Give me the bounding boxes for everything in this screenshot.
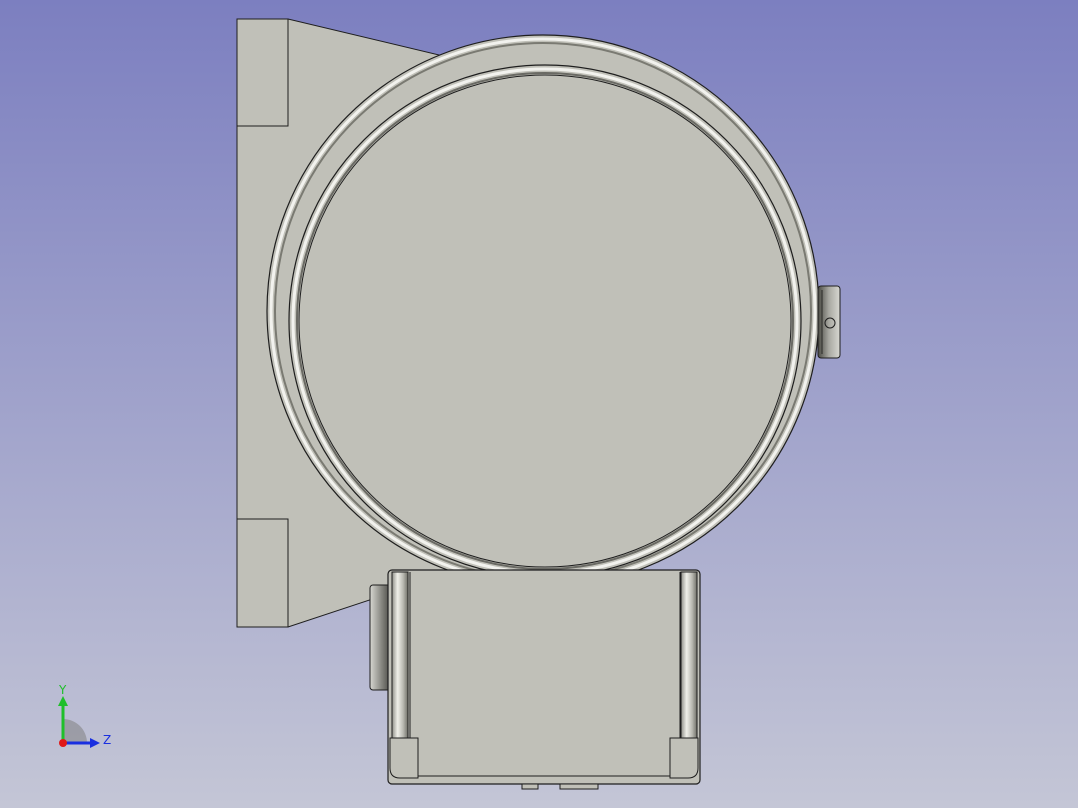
display-cover xyxy=(298,74,792,568)
round-housing[interactable] xyxy=(266,34,820,588)
bottom-fitting-right xyxy=(559,783,599,790)
cad-model-scene[interactable] xyxy=(0,0,1078,808)
terminal-box-right-pillar xyxy=(680,571,698,739)
z-axis-arrow-icon xyxy=(90,738,100,748)
locking-screw[interactable] xyxy=(817,285,841,359)
axis-triad-sector xyxy=(63,719,87,743)
x-axis-dot-icon xyxy=(59,739,67,747)
terminal-box[interactable] xyxy=(387,569,701,790)
axis-triad: Y Z xyxy=(58,684,111,748)
y-axis-arrow-icon xyxy=(58,696,68,706)
y-axis-label: Y xyxy=(58,684,67,697)
locking-screw-body xyxy=(817,285,841,359)
bottom-fitting-left xyxy=(521,783,539,790)
terminal-box-left-pillar xyxy=(391,571,409,739)
3d-viewport[interactable]: Y Z xyxy=(0,0,1078,808)
z-axis-label: Z xyxy=(103,733,111,747)
terminal-box-right-corner xyxy=(669,737,699,779)
terminal-box-body xyxy=(387,569,701,785)
bracket-lower-tab xyxy=(236,518,289,628)
bracket-upper-tab xyxy=(236,18,289,127)
terminal-box-left-corner xyxy=(389,737,419,779)
